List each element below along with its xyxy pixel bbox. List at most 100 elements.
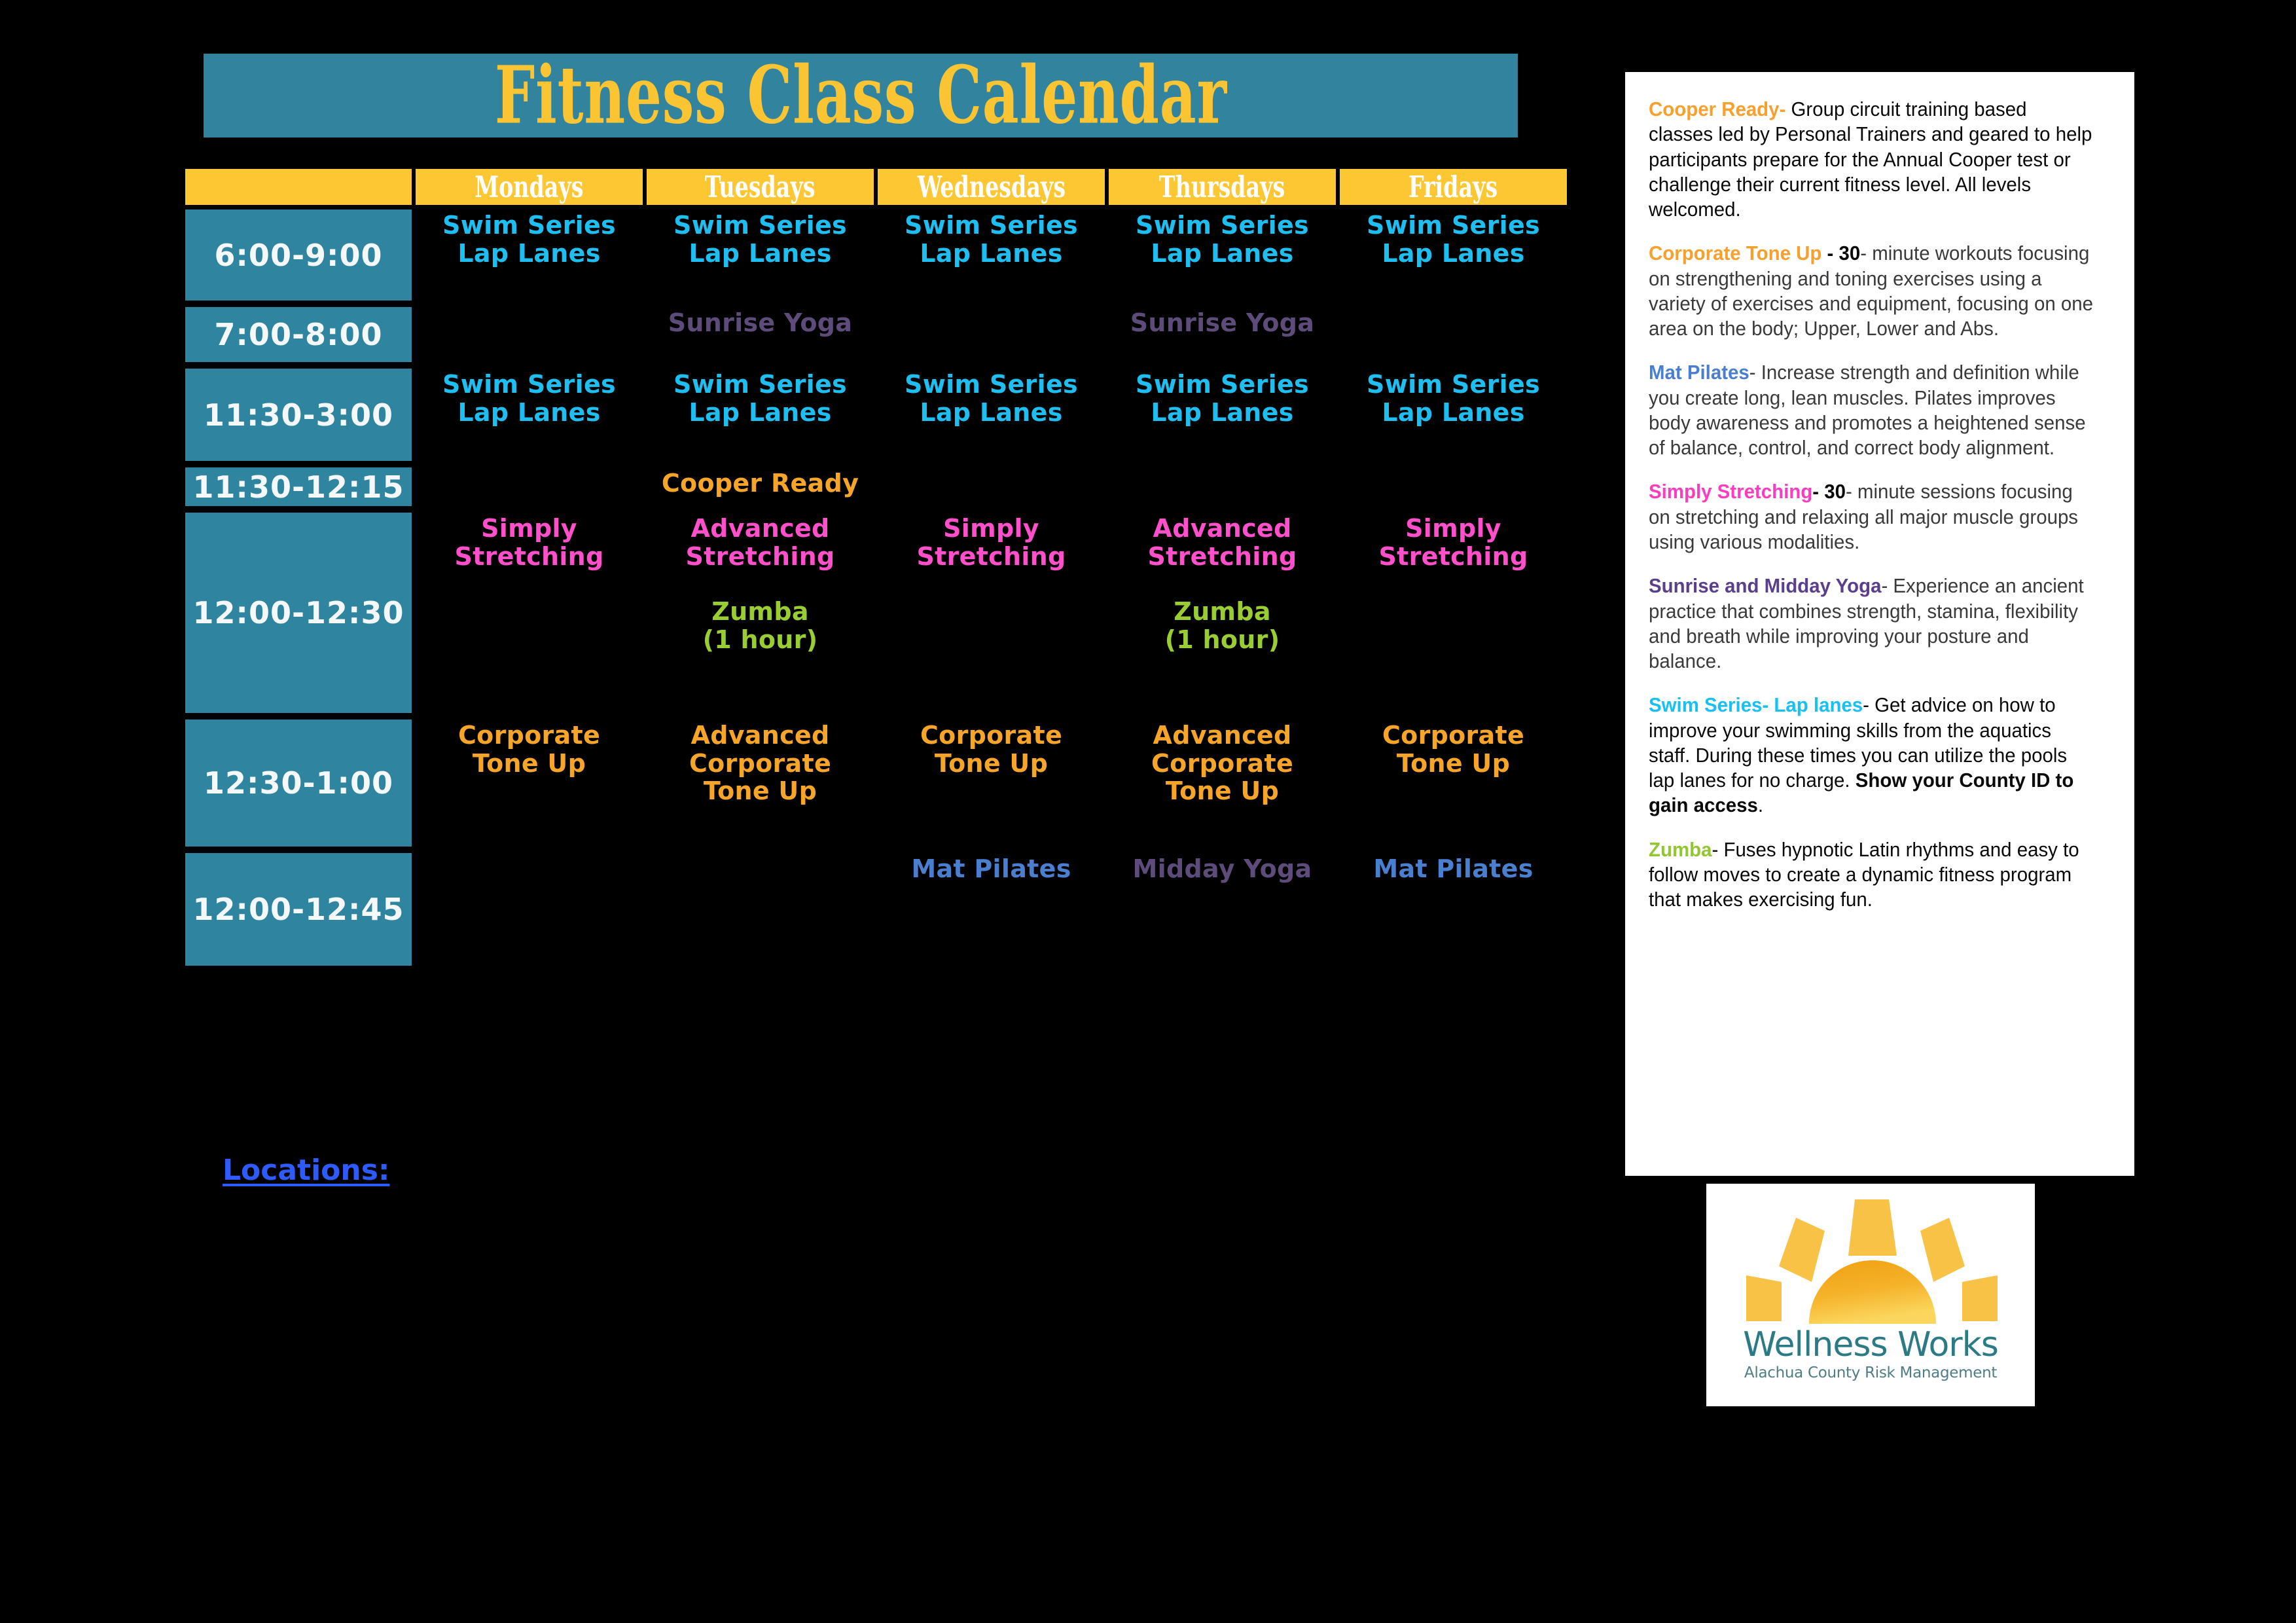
class-description: Simply Stretching- 30- minute sessions f…: [1649, 479, 2094, 555]
calendar-row: 6:00-9:00 Swim Series Lap Lanes Swim Serie…: [185, 208, 1574, 302]
class-cell-friday: Mat Pilates: [1340, 851, 1567, 968]
class-cell-friday: Swim Series Lap Lanes: [1340, 367, 1567, 463]
calendar-row: 12:00-12:30 Simply Stretching Advanced Str…: [185, 511, 1574, 715]
calendar-header-row: Mondays Tuesdays Wednesdays Thursdays Fr…: [185, 169, 1574, 205]
time-slot-label: 11:30-12:15: [192, 469, 404, 505]
class-entry: Simply Stretching: [916, 514, 1066, 571]
class-entry: Swim Series Lap Lanes: [905, 211, 1078, 268]
class-description: Sunrise and Midday Yoga- Experience an a…: [1649, 574, 2094, 674]
class-cell-monday: Corporate Tone Up: [416, 718, 643, 848]
class-entry: Zumba (1 hour): [1164, 597, 1280, 654]
class-cell-tuesday: Advanced Stretching Zumba (1 hour): [647, 511, 874, 715]
class-description-term: Cooper Ready-: [1649, 98, 1786, 120]
class-cell-friday: Corporate Tone Up: [1340, 718, 1567, 848]
class-entry: Corporate Tone Up: [1382, 721, 1525, 778]
class-descriptions-panel: Cooper Ready- Group circuit training bas…: [1625, 72, 2134, 1176]
class-entry: Sunrise Yoga: [1130, 308, 1315, 337]
class-entry: Cooper Ready: [661, 469, 859, 498]
column-header-friday: Fridays: [1340, 169, 1567, 205]
class-entry: Mat Pilates: [911, 854, 1071, 883]
header-time-blank: [185, 169, 412, 205]
class-description: Swim Series- Lap lanes- Get advice on ho…: [1649, 693, 2094, 818]
class-cell-thursday: Advanced Stretching Zumba (1 hour): [1109, 511, 1336, 715]
logo-subtitle: Alachua County Risk Management: [1744, 1364, 1998, 1381]
class-cell-monday: [416, 465, 643, 508]
class-cell-wednesday: Corporate Tone Up: [878, 718, 1105, 848]
class-cell-thursday: Swim Series Lap Lanes: [1109, 367, 1336, 463]
class-description-list: Cooper Ready- Group circuit training bas…: [1649, 97, 2111, 912]
class-cell-monday: Swim Series Lap Lanes: [416, 367, 643, 463]
class-entry: Simply Stretching: [454, 514, 604, 571]
class-entry: Corporate Tone Up: [457, 721, 601, 778]
class-cell-wednesday: Mat Pilates: [878, 851, 1105, 968]
class-entry: Advanced Stretching: [685, 514, 835, 571]
day-label: Thursdays: [1159, 170, 1285, 204]
class-description-duration: - 30: [1821, 242, 1861, 265]
class-cell-monday: Simply Stretching: [416, 511, 643, 715]
day-label: Fridays: [1408, 170, 1498, 204]
class-cell-thursday: Advanced Corporate Tone Up: [1109, 718, 1336, 848]
calendar-body: 6:00-9:00 Swim Series Lap Lanes Swim Serie…: [185, 208, 1574, 968]
class-cell-thursday: Sunrise Yoga: [1109, 305, 1336, 364]
day-label: Tuesdays: [705, 170, 816, 204]
fitness-class-calendar: Mondays Tuesdays Wednesdays Thursdays Fr…: [185, 169, 1574, 968]
poster-title-banner: Fitness Class Calendar: [204, 54, 1518, 137]
column-header-tuesday: Tuesdays: [647, 169, 874, 205]
class-entry: Mat Pilates: [1373, 854, 1534, 883]
class-cell-tuesday: Swim Series Lap Lanes: [647, 208, 874, 302]
class-cell-tuesday: Swim Series Lap Lanes: [647, 367, 874, 463]
class-description: Cooper Ready- Group circuit training bas…: [1649, 97, 2094, 222]
class-entry: Advanced Corporate Tone Up: [1151, 721, 1294, 806]
class-description-term: Corporate Tone Up: [1649, 242, 1822, 265]
sun-icon: [1733, 1193, 2008, 1330]
class-description-body-tail: .: [1757, 794, 1764, 817]
class-description-term: Swim Series- Lap lanes: [1649, 694, 1863, 717]
time-slot-cell: 11:30-12:15: [185, 465, 412, 508]
class-cell-monday: [416, 305, 643, 364]
class-entry: Swim Series Lap Lanes: [1367, 211, 1540, 268]
class-entry: Advanced Stretching: [1147, 514, 1297, 571]
class-cell-wednesday: [878, 465, 1105, 508]
time-slot-cell: 12:00-12:45: [185, 851, 412, 968]
class-cell-wednesday: Simply Stretching: [878, 511, 1105, 715]
time-slot-label: 7:00-8:00: [214, 317, 383, 352]
class-description-term: Simply Stretching: [1649, 481, 1813, 503]
class-description: Zumba- Fuses hypnotic Latin rhythms and …: [1649, 837, 2094, 913]
day-label: Wednesdays: [917, 170, 1066, 204]
time-slot-label: 12:30-1:00: [204, 765, 393, 801]
class-cell-tuesday: [647, 851, 874, 968]
time-slot-label: 6:00-9:00: [214, 237, 383, 273]
column-header-monday: Mondays: [416, 169, 643, 205]
page-title: Fitness Class Calendar: [494, 49, 1227, 142]
class-entry: Zumba (1 hour): [702, 597, 818, 654]
class-entry: Swim Series Lap Lanes: [1367, 370, 1540, 427]
column-header-thursday: Thursdays: [1109, 169, 1336, 205]
class-cell-wednesday: Swim Series Lap Lanes: [878, 208, 1105, 302]
class-cell-wednesday: Swim Series Lap Lanes: [878, 367, 1105, 463]
day-label: Mondays: [475, 170, 584, 204]
calendar-row: 11:30-12:15 Cooper Ready: [185, 465, 1574, 508]
calendar-row: 7:00-8:00 Sunrise Yoga Sunrise Yoga: [185, 305, 1574, 364]
class-entry: Advanced Corporate Tone Up: [689, 721, 832, 806]
class-cell-friday: [1340, 305, 1567, 364]
time-slot-cell: 11:30-3:00: [185, 367, 412, 463]
time-slot-label: 12:00-12:30: [192, 595, 404, 630]
class-description-duration: - 30: [1812, 481, 1846, 503]
time-slot-label: 12:00-12:45: [192, 892, 404, 927]
class-entry: Simply Stretching: [1378, 514, 1528, 571]
logo-name: Wellness Works: [1743, 1325, 1999, 1364]
class-entry: Swim Series Lap Lanes: [442, 370, 616, 427]
class-cell-tuesday: Cooper Ready: [647, 465, 874, 508]
class-entry: Midday Yoga: [1132, 854, 1312, 883]
class-entry: Swim Series Lap Lanes: [905, 370, 1078, 427]
time-slot-cell: 6:00-9:00: [185, 208, 412, 302]
class-description-term: Zumba: [1649, 838, 1712, 861]
calendar-row: 12:00-12:45 Mat Pilates Midday Yoga Mat Pil…: [185, 851, 1574, 968]
class-cell-thursday: Swim Series Lap Lanes: [1109, 208, 1336, 302]
class-cell-monday: [416, 851, 643, 968]
class-cell-friday: Swim Series Lap Lanes: [1340, 208, 1567, 302]
class-entry: Corporate Tone Up: [920, 721, 1063, 778]
locations-label: Locations:: [223, 1154, 390, 1187]
time-slot-cell: 12:30-1:00: [185, 718, 412, 848]
time-slot-label: 11:30-3:00: [204, 397, 393, 433]
